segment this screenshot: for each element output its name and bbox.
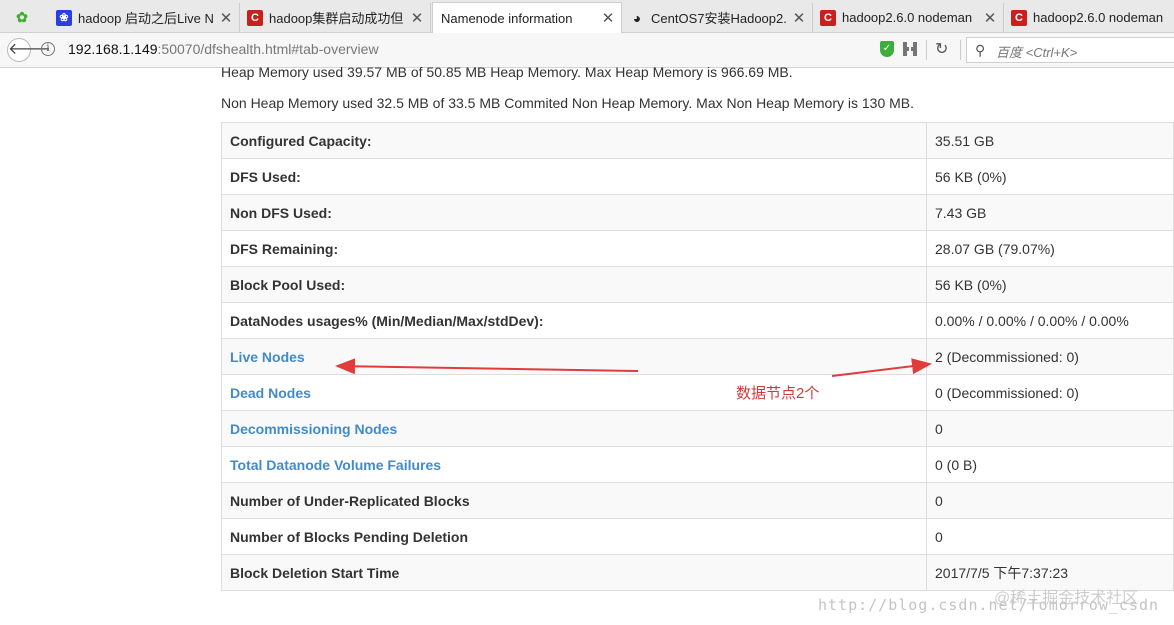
tab-hadoop-nodemanager-1[interactable]: C hadoop2.6.0 nodeman ✕ [814,3,1004,32]
tab-title: hadoop2.6.0 nodeman [1033,10,1164,25]
reload-icon[interactable]: ↻ [935,39,948,59]
url-host: 192.168.1.149 [68,41,158,57]
url-path: :50070/dfshealth.html#tab-overview [157,41,379,57]
row-label-cell: Dead Nodes [221,374,927,411]
brand-watermark: @稀土掘金技术社区 [994,590,1139,607]
row-value: 0 [926,482,1174,519]
tab-centos7-hadoop[interactable]: ◕ CentOS7安装Hadoop2. ✕ [623,3,813,32]
row-value: 7.43 GB [926,194,1174,231]
wechat-icon: ✿ [16,9,28,25]
row-label: DataNodes usages% (Min/Median/Max/stdDev… [230,312,544,329]
row-value: 56 KB (0%) [926,158,1174,195]
row-label: Number of Under-Replicated Blocks [230,492,470,509]
row-link[interactable]: Dead Nodes [230,385,311,401]
annotation-label: 数据节点2个 [736,385,820,402]
info-icon[interactable]: i [41,42,55,56]
qr-code-icon[interactable] [903,42,917,56]
row-value: 0.00% / 0.00% / 0.00% / 0.00% [926,302,1174,339]
row-label-cell: Total Datanode Volume Failures [221,446,927,483]
shield-icon[interactable]: ✓ [880,41,894,57]
row-label: DFS Used: [230,168,301,185]
csdn-icon: C [820,9,836,26]
row-value: 28.07 GB (79.07%) [926,230,1174,267]
tab-hadoop-nodemanager-2[interactable]: C hadoop2.6.0 nodeman [1005,3,1174,32]
table-row: Block Pool Used: 56 KB (0%) [221,266,1174,303]
divider [926,40,927,60]
table-row: Non DFS Used: 7.43 GB [221,194,1174,231]
row-link[interactable]: Total Datanode Volume Failures [230,457,441,473]
navigation-bar: 🡐 i 192.168.1.149:50070/dfshealth.html#t… [0,33,1174,68]
search-icon: ⚲ [975,42,986,58]
table-row: DFS Used: 56 KB (0%) [221,158,1174,195]
row-label-cell: Block Deletion Start Time [221,554,927,591]
browser-tab-strip: ✿ ❀ hadoop 启动之后Live N ✕ C hadoop集群启动成功但 … [0,0,1174,33]
csdn-icon: C [1011,9,1027,26]
back-button[interactable]: 🡐 [7,38,51,62]
row-label-cell: Live Nodes [221,338,927,375]
non-heap-memory-text: Non Heap Memory used 32.5 MB of 33.5 MB … [221,95,915,111]
close-icon[interactable]: ✕ [601,9,615,27]
row-link[interactable]: Live Nodes [230,349,305,365]
table-row: Total Datanode Volume Failures 0 (0 B) [221,446,1174,483]
csdn-icon: C [247,9,263,26]
tab-hadoop-live-nodes[interactable]: ❀ hadoop 启动之后Live N ✕ [50,3,240,32]
close-icon[interactable]: ✕ [792,9,806,27]
row-label: Block Pool Used: [230,276,346,293]
row-value: 0 (0 B) [926,446,1174,483]
dfs-summary-table: Configured Capacity: 35.51 GB DFS Used: 56 … [221,122,1174,591]
table-row: Decommissioning Nodes 0 [221,410,1174,447]
row-label-cell: Block Pool Used: [221,266,927,303]
baidu-paw-icon: ❀ [56,9,72,26]
table-row: Configured Capacity: 35.51 GB [221,122,1174,159]
tab-title: hadoop 启动之后Live N [78,11,213,26]
close-icon[interactable]: ✕ [983,9,997,27]
address-field[interactable]: 192.168.1.149:50070/dfshealth.html#tab-o… [68,41,379,57]
row-label: Configured Capacity: [230,132,372,149]
table-row: Live Nodes 2 (Decommissioned: 0) [221,338,1174,375]
row-label-cell: DFS Used: [221,158,927,195]
table-row: Number of Blocks Pending Deletion 0 [221,518,1174,555]
row-label: Block Deletion Start Time [230,564,400,581]
row-label-cell: DFS Remaining: [221,230,927,267]
row-link[interactable]: Decommissioning Nodes [230,421,397,437]
row-label-cell: Configured Capacity: [221,122,927,159]
search-placeholder: 百度 <Ctrl+K> [996,45,1078,60]
table-row: Number of Under-Replicated Blocks 0 [221,482,1174,519]
tab-title: hadoop集群启动成功但 [269,11,404,26]
row-value: 35.51 GB [926,122,1174,159]
row-label-cell: Decommissioning Nodes [221,410,927,447]
row-label-cell: DataNodes usages% (Min/Median/Max/stdDev… [221,302,927,339]
tab-title: hadoop2.6.0 nodeman [842,10,973,25]
search-input[interactable]: ⚲ 百度 <Ctrl+K> [966,37,1174,63]
tab-namenode-information[interactable]: Namenode information ✕ [432,2,622,33]
table-row: DataNodes usages% (Min/Median/Max/stdDev… [221,302,1174,339]
row-label-cell: Number of Under-Replicated Blocks [221,482,927,519]
tab-title: Namenode information [441,10,573,26]
row-value: 56 KB (0%) [926,266,1174,303]
tab-title: CentOS7安装Hadoop2. [651,11,786,26]
row-label: DFS Remaining: [230,240,339,257]
heap-memory-text: Heap Memory used 39.57 MB of 50.85 MB He… [221,64,793,80]
tab-hadoop-cluster[interactable]: C hadoop集群启动成功但 ✕ [241,3,431,32]
row-label-cell: Non DFS Used: [221,194,927,231]
table-row: DFS Remaining: 28.07 GB (79.07%) [221,230,1174,267]
row-label-cell: Number of Blocks Pending Deletion [221,518,927,555]
table-row: Dead Nodes 0 (Decommissioned: 0) [221,374,1174,411]
divider [960,40,961,60]
row-label: Non DFS Used: [230,204,332,221]
row-value: 0 [926,410,1174,447]
tab-wechat[interactable]: ✿ [8,3,48,32]
row-value: 2 (Decommissioned: 0) [926,338,1174,375]
row-value: 0 [926,518,1174,555]
row-label: Number of Blocks Pending Deletion [230,528,469,545]
linux-penguin-icon: ◕ [632,9,642,26]
close-icon[interactable]: ✕ [219,9,233,27]
close-icon[interactable]: ✕ [410,9,424,27]
row-value: 0 (Decommissioned: 0) [926,374,1174,411]
